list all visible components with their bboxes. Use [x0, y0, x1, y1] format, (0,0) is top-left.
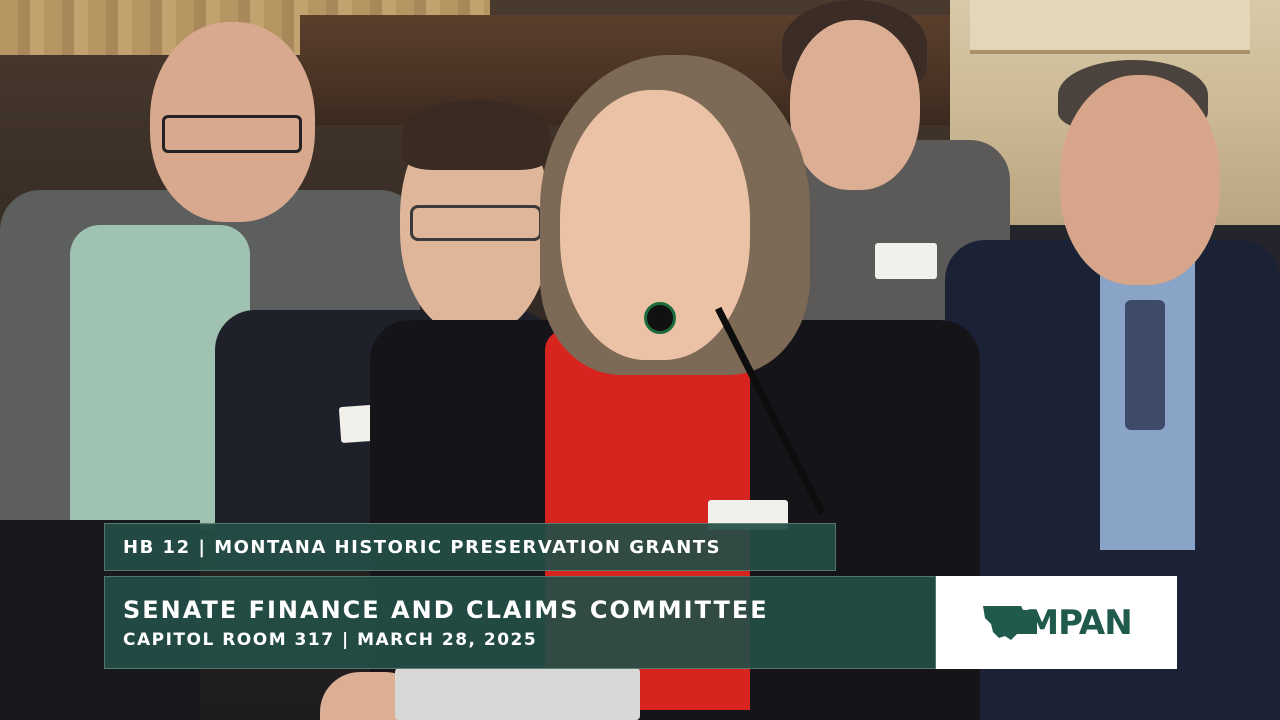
necktie	[1125, 300, 1165, 430]
logo-lockup: MPAN	[981, 602, 1133, 643]
glasses-icon	[162, 115, 302, 153]
mpan-logo: MPAN	[936, 576, 1177, 669]
pillar-molding	[970, 0, 1250, 54]
logo-wordmark: MPAN	[1025, 602, 1132, 643]
location-date: CAPITOL ROOM 317 | MARCH 28, 2025	[123, 630, 538, 650]
microphone-icon	[644, 302, 676, 334]
bill-banner: HB 12 | MONTANA HISTORIC PRESERVATION GR…	[104, 523, 836, 571]
audience-member-back-right-head	[790, 20, 920, 190]
committee-banner: SENATE FINANCE AND CLAIMS COMMITTEE CAPI…	[104, 576, 936, 669]
video-frame: HB 12 | MONTANA HISTORIC PRESERVATION GR…	[0, 0, 1280, 720]
glasses-icon	[410, 205, 542, 241]
audience-member-right-head	[1060, 75, 1220, 285]
name-badge	[875, 243, 937, 279]
bill-title: HB 12 | MONTANA HISTORIC PRESERVATION GR…	[123, 536, 722, 558]
handout-paper	[395, 668, 640, 720]
audience-member-middle-hair	[402, 100, 550, 170]
committee-name: SENATE FINANCE AND CLAIMS COMMITTEE	[123, 596, 769, 624]
